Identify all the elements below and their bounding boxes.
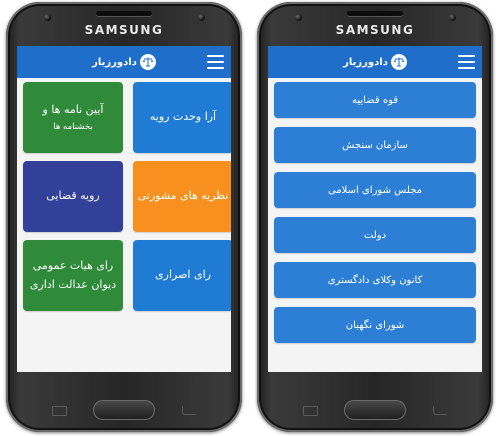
phone-right: SAMSUNG دادورزیار قوه قضاییه سازمان سنجش… [257,2,493,432]
sensor [44,14,51,21]
hamburger-icon[interactable] [458,55,475,69]
tile-judicial-procedure[interactable]: رویه قضایی [23,161,123,232]
list-item-label: قوه قضاییه [351,94,399,106]
tile-label: رای اصراری [155,268,211,282]
phone-left: SAMSUNG دادورزیار آرا وحدت رویه آیین نام… [6,2,242,432]
home-button[interactable] [344,400,406,420]
tile-label: آیین نامه ها و [42,102,104,116]
app-bar: دادورزیار [268,46,482,78]
menu-key-icon[interactable] [52,406,67,416]
hardware-keys [6,392,242,432]
menu-key-icon[interactable] [303,406,318,416]
back-key-icon[interactable] [182,406,196,415]
tile-label: رای هیات عمومی [32,258,114,272]
screen: دادورزیار قوه قضاییه سازمان سنجش مجلس شو… [268,46,482,372]
front-camera [198,14,205,21]
app-title: دادورزیار [343,56,388,68]
list-item-label: شورای نگهبان [345,319,405,331]
front-camera [449,14,456,21]
tile-sublabel: بخشنامه ها [53,121,93,132]
brand-logo: SAMSUNG [84,23,164,37]
list-item-parliament[interactable]: مجلس شورای اسلامی [274,172,476,208]
tile-insistent-ruling[interactable]: رای اصراری [133,240,231,311]
tile-label: نظریه های مشورتی [137,189,229,203]
screen: دادورزیار آرا وحدت رویه آیین نامه ها و ب… [17,46,231,372]
list-item-label: کانون وکلای دادگستری [327,274,423,286]
scales-of-justice-icon [139,54,156,70]
tile-unified-precedent[interactable]: آرا وحدت رویه [133,82,231,153]
tile-label: آرا وحدت رویه [149,110,217,124]
category-grid: آرا وحدت رویه آیین نامه ها و بخشنامه ها … [23,82,231,311]
sensor [295,14,302,21]
app-logo: دادورزیار [343,54,407,70]
list-item-government[interactable]: دولت [274,217,476,253]
list-item-bar-association[interactable]: کانون وکلای دادگستری [274,262,476,298]
tile-advisory-opinions[interactable]: نظریه های مشورتی [133,161,231,232]
tile-label: رویه قضایی [46,189,100,203]
scales-of-justice-icon [390,54,407,70]
app-bar: دادورزیار [17,46,231,78]
back-key-icon[interactable] [433,406,447,415]
list-item-label: مجلس شورای اسلامی [327,184,423,196]
tile-regulations[interactable]: آیین نامه ها و بخشنامه ها [23,82,123,153]
app-logo: دادورزیار [92,54,156,70]
tile-administrative-court[interactable]: رای هیات عمومی دیوان عدالت اداری [23,240,123,311]
tile-label-line2: دیوان عدالت اداری [29,277,117,291]
home-button[interactable] [93,400,155,420]
speaker-grille [96,11,152,16]
brand-logo: SAMSUNG [335,23,415,37]
speaker-grille [347,11,403,16]
app-title: دادورزیار [92,56,137,68]
hardware-keys [257,392,493,432]
list-item-label: دولت [363,229,387,241]
hamburger-icon[interactable] [207,55,224,69]
list-item-label: سازمان سنجش [342,139,408,151]
list-item-guardian-council[interactable]: شورای نگهبان [274,307,476,343]
source-list: قوه قضاییه سازمان سنجش مجلس شورای اسلامی… [274,82,476,352]
list-item-assessment-org[interactable]: سازمان سنجش [274,127,476,163]
list-item-judiciary[interactable]: قوه قضاییه [274,82,476,118]
